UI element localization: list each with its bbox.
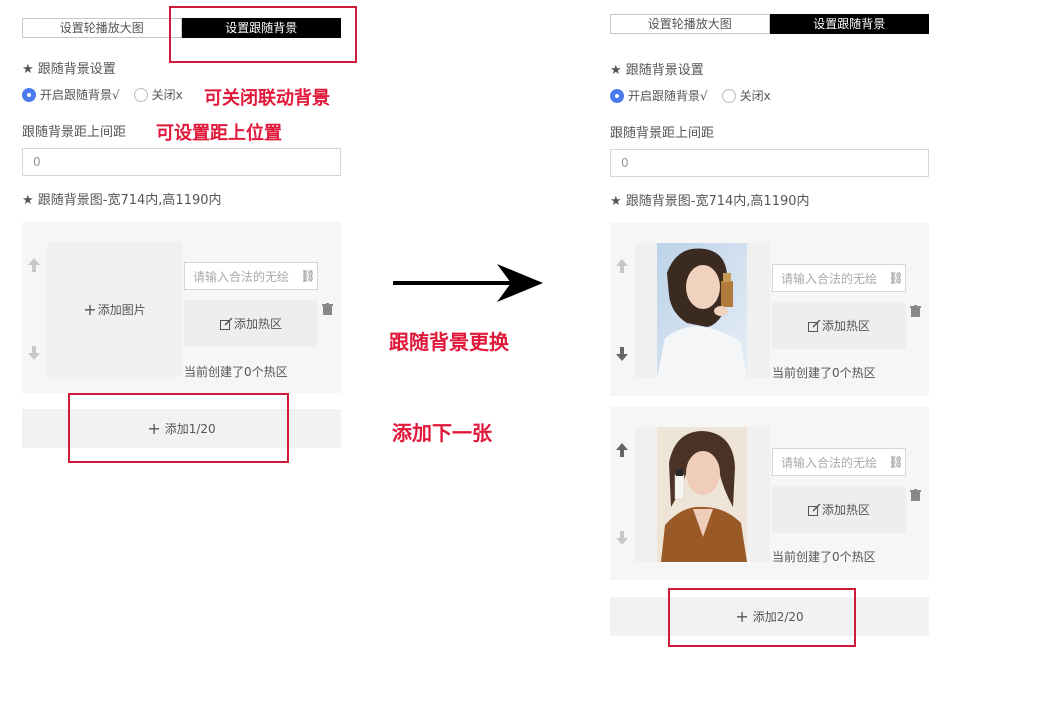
tab-carousel-zoom[interactable]: 设置轮播放大图: [22, 18, 182, 38]
add-hotspot-label: 添加热区: [821, 503, 870, 517]
radio-off-label: 关闭x: [151, 88, 183, 102]
annotation-close-link: 可关闭联动背景: [204, 88, 330, 109]
background-image-2: [657, 427, 747, 562]
right-radio-group: 开启跟随背景√ 关闭x: [610, 87, 771, 104]
add-image-button[interactable]: + 添加图片: [47, 242, 182, 377]
add-hotspot-button[interactable]: 添加热区: [184, 300, 318, 347]
radio-off-label: 关闭x: [739, 89, 771, 103]
distance-input[interactable]: 0: [22, 148, 341, 176]
annotation-bg-change: 跟随背景更换: [389, 330, 509, 354]
radio-on[interactable]: [22, 87, 36, 102]
image-size-label: ★ 跟随背景图-宽714内,高1190内: [610, 194, 810, 209]
add-hotspot-button[interactable]: 添加热区: [772, 486, 906, 533]
add-image-label: 添加图片: [97, 303, 146, 317]
trash-icon[interactable]: [321, 302, 333, 316]
edit-icon: [219, 317, 233, 330]
follow-bg-title: ★ 跟随背景设置: [22, 62, 116, 77]
edit-icon: [807, 503, 821, 516]
edit-icon: [807, 319, 821, 332]
url-input[interactable]: 请输入合法的无绘 ⛓: [772, 448, 906, 476]
up-arrow-icon[interactable]: [616, 443, 628, 457]
url-placeholder: 请输入合法的无绘: [781, 271, 878, 286]
distance-input[interactable]: 0: [610, 149, 929, 177]
radio-off[interactable]: [133, 87, 148, 102]
image-size-label: ★ 跟随背景图-宽714内,高1190内: [22, 193, 222, 208]
right-tab-group: 设置轮播放大图 设置跟随背景: [610, 14, 929, 34]
right-arrow-icon: [393, 264, 545, 302]
follow-bg-title: ★ 跟随背景设置: [610, 63, 704, 78]
url-input[interactable]: 请输入合法的无绘 ⛓: [772, 264, 906, 292]
down-arrow-icon[interactable]: [28, 346, 40, 360]
radio-on-label: 开启跟随背景√: [40, 88, 120, 102]
radio-on[interactable]: [610, 88, 624, 103]
down-arrow-icon[interactable]: [616, 347, 628, 361]
up-arrow-icon[interactable]: [616, 259, 628, 273]
url-placeholder: 请输入合法的无绘: [193, 269, 290, 284]
hotspot-count: 当前创建了0个热区: [772, 366, 876, 380]
add-hotspot-label: 添加热区: [821, 319, 870, 333]
background-image-1: [657, 243, 747, 378]
highlight-box-tab: [169, 6, 357, 63]
trash-icon[interactable]: [909, 488, 921, 502]
distance-label: 跟随背景距上间距: [610, 126, 715, 141]
tab-follow-background[interactable]: 设置跟随背景: [769, 14, 929, 34]
radio-on-label: 开启跟随背景√: [628, 89, 708, 103]
hotspot-count: 当前创建了0个热区: [184, 365, 288, 379]
url-input[interactable]: 请输入合法的无绘 ⛓: [184, 262, 318, 290]
down-arrow-icon[interactable]: [616, 531, 628, 545]
distance-label: 跟随背景距上间距: [22, 125, 127, 140]
add-hotspot-label: 添加热区: [233, 317, 282, 331]
highlight-box-add-right: [668, 588, 856, 647]
add-hotspot-button[interactable]: 添加热区: [772, 302, 906, 349]
link-icon: ⛓: [888, 455, 904, 469]
image-preview-2[interactable]: [635, 427, 770, 562]
link-icon: ⛓: [300, 269, 316, 283]
annotation-set-distance: 可设置距上位置: [156, 123, 282, 144]
left-image-item: + 添加图片 请输入合法的无绘 ⛓ 添加热区 当前创建了0个热区: [22, 222, 341, 393]
highlight-box-add-left: [68, 393, 289, 463]
tab-carousel-zoom[interactable]: 设置轮播放大图: [610, 14, 770, 34]
right-image-item-2: 请输入合法的无绘 ⛓ 添加热区 当前创建了0个热区: [610, 407, 929, 580]
trash-icon[interactable]: [909, 304, 921, 318]
hotspot-count: 当前创建了0个热区: [772, 550, 876, 564]
url-placeholder: 请输入合法的无绘: [781, 455, 878, 470]
annotation-add-next: 添加下一张: [392, 421, 492, 445]
right-image-item-1: 请输入合法的无绘 ⛓ 添加热区 当前创建了0个热区: [610, 223, 929, 396]
radio-off[interactable]: [721, 88, 736, 103]
left-radio-group: 开启跟随背景√ 关闭x: [22, 86, 183, 103]
link-icon: ⛓: [888, 271, 904, 285]
up-arrow-icon[interactable]: [28, 258, 40, 272]
plus-icon: +: [83, 300, 97, 319]
image-preview-1[interactable]: [635, 243, 770, 378]
